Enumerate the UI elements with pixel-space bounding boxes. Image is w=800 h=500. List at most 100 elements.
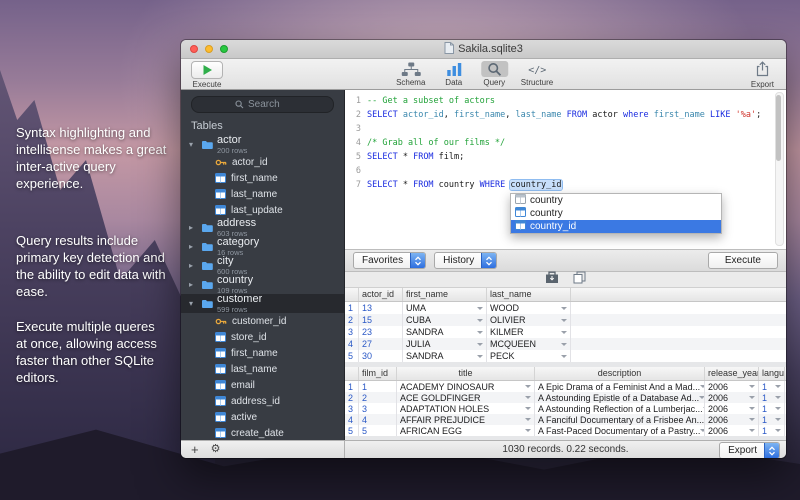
dropdown-arrow-icon[interactable]	[525, 407, 531, 410]
add-icon[interactable]: +	[191, 443, 199, 456]
result-row[interactable]: 215CUBAOLIVIER	[345, 314, 786, 326]
sidebar-table-country[interactable]: ▸country109 rows	[181, 275, 344, 294]
tab-structure[interactable]: </>Structure	[521, 61, 553, 87]
dropdown-arrow-icon[interactable]	[749, 429, 755, 432]
sidebar-table-customer[interactable]: ▾customer599 rows	[181, 294, 344, 313]
minimize-button[interactable]	[205, 45, 213, 53]
editor-scrollbar[interactable]	[775, 92, 784, 246]
dropdown-arrow-icon[interactable]	[775, 418, 781, 421]
column-header-film_id[interactable]: film_id	[359, 367, 397, 380]
export-result-icon[interactable]	[545, 271, 559, 289]
autocomplete-item[interactable]: country	[511, 194, 721, 207]
sidebar-table-actor[interactable]: ▾actor200 rows	[181, 135, 344, 154]
disclosure-triangle-icon[interactable]: ▾	[189, 299, 197, 308]
result-row[interactable]: 33ADAPTATION HOLESA Astounding Reflectio…	[345, 403, 786, 414]
row-number-header[interactable]	[345, 367, 359, 380]
code-area[interactable]: -- Get a subset of actorsSELECT actor_id…	[367, 94, 776, 192]
export-results-button[interactable]: Export	[719, 442, 780, 458]
autocomplete-item[interactable]: country_id	[511, 220, 721, 233]
dropdown-arrow-icon[interactable]	[525, 396, 531, 399]
dropdown-arrow-icon[interactable]	[477, 343, 483, 346]
dropdown-arrow-icon[interactable]	[525, 418, 531, 421]
data-cell: AFRICAN EGG	[397, 425, 535, 436]
sidebar-column-last_name[interactable]: last_name	[181, 186, 344, 202]
sidebar-column-first_name[interactable]: first_name	[181, 170, 344, 186]
play-icon[interactable]	[191, 61, 223, 79]
dropdown-arrow-icon[interactable]	[477, 331, 483, 334]
disclosure-triangle-icon[interactable]: ▸	[189, 261, 197, 270]
sidebar-column-actor_id[interactable]: actor_id	[181, 154, 344, 170]
table-name: country	[217, 275, 253, 286]
column-header-first_name[interactable]: first_name	[403, 288, 487, 301]
column-header-actor_id[interactable]: actor_id	[359, 288, 403, 301]
autocomplete-item[interactable]: country	[511, 207, 721, 220]
sql-editor[interactable]: 1234567 -- Get a subset of actorsSELECT …	[345, 90, 786, 250]
tab-query[interactable]: Query	[481, 61, 508, 87]
column-header-description[interactable]: description	[535, 367, 705, 380]
sidebar-search[interactable]	[191, 96, 334, 113]
execute-toolbar-button[interactable]: Execute	[191, 61, 223, 89]
disclosure-triangle-icon[interactable]: ▸	[189, 223, 197, 232]
result-row[interactable]: 55AFRICAN EGGA Fast-Paced Documentary of…	[345, 425, 786, 436]
row-number-header[interactable]	[345, 288, 359, 301]
sidebar-table-address[interactable]: ▸address603 rows	[181, 218, 344, 237]
sidebar-column-email[interactable]: email	[181, 377, 344, 393]
search-input[interactable]	[248, 99, 290, 110]
result-row[interactable]: 427JULIAMCQUEEN	[345, 338, 786, 350]
dropdown-arrow-icon[interactable]	[525, 429, 531, 432]
column-header-last_name[interactable]: last_name	[487, 288, 571, 301]
sidebar-column-create_date[interactable]: create_date	[181, 425, 344, 440]
close-button[interactable]	[190, 45, 198, 53]
result-row[interactable]: 113UMAWOOD	[345, 302, 786, 314]
dropdown-arrow-icon[interactable]	[775, 429, 781, 432]
dropdown-arrow-icon[interactable]	[477, 307, 483, 310]
sidebar-table-category[interactable]: ▸category16 rows	[181, 237, 344, 256]
dropdown-arrow-icon[interactable]	[775, 396, 781, 399]
gear-icon[interactable]: ⚙	[211, 444, 221, 455]
sidebar-column-active[interactable]: active	[181, 409, 344, 425]
sidebar-column-store_id[interactable]: store_id	[181, 329, 344, 345]
execute-query-button[interactable]: Execute	[708, 252, 778, 269]
dropdown-arrow-icon[interactable]	[561, 319, 567, 322]
sidebar-table-city[interactable]: ▸city600 rows	[181, 256, 344, 275]
export-toolbar-button[interactable]: Export	[751, 61, 774, 89]
zoom-button[interactable]	[220, 45, 228, 53]
sidebar-column-last_update[interactable]: last_update	[181, 202, 344, 218]
titlebar[interactable]: Sakila.sqlite3	[181, 40, 786, 59]
column-header-langu[interactable]: langu	[759, 367, 785, 380]
dropdown-arrow-icon[interactable]	[561, 307, 567, 310]
dropdown-arrow-icon[interactable]	[749, 385, 755, 388]
dropdown-arrow-icon[interactable]	[477, 355, 483, 358]
dropdown-arrow-icon[interactable]	[561, 355, 567, 358]
disclosure-triangle-icon[interactable]: ▸	[189, 242, 197, 251]
disclosure-triangle-icon[interactable]: ▾	[189, 140, 197, 149]
sidebar-column-last_name[interactable]: last_name	[181, 361, 344, 377]
result-row[interactable]: 22ACE GOLDFINGERA Astounding Epistle of …	[345, 392, 786, 403]
dropdown-arrow-icon[interactable]	[525, 385, 531, 388]
copy-icon[interactable]	[573, 271, 586, 289]
dropdown-arrow-icon[interactable]	[561, 343, 567, 346]
result-row[interactable]: 323SANDRAKILMER	[345, 326, 786, 338]
dropdown-arrow-icon[interactable]	[561, 331, 567, 334]
column-header-release_year[interactable]: release_year	[705, 367, 759, 380]
dropdown-arrow-icon[interactable]	[775, 407, 781, 410]
dropdown-arrow-icon[interactable]	[749, 418, 755, 421]
history-dropdown[interactable]: History	[434, 252, 497, 269]
tab-schema[interactable]: Schema	[395, 61, 427, 87]
scrollbar-thumb[interactable]	[776, 95, 781, 161]
dropdown-arrow-icon[interactable]	[477, 319, 483, 322]
sidebar-column-address_id[interactable]: address_id	[181, 393, 344, 409]
result-row[interactable]: 11ACADEMY DINOSAURA Epic Drama of a Femi…	[345, 381, 786, 392]
window-content: Tables ▾actor200 rowsactor_idfirst_namel…	[181, 90, 786, 440]
sidebar-column-first_name[interactable]: first_name	[181, 345, 344, 361]
result-row[interactable]: 44AFFAIR PREJUDICEA Fanciful Documentary…	[345, 414, 786, 425]
dropdown-arrow-icon[interactable]	[775, 385, 781, 388]
dropdown-arrow-icon[interactable]	[749, 407, 755, 410]
disclosure-triangle-icon[interactable]: ▸	[189, 280, 197, 289]
favorites-dropdown[interactable]: Favorites	[353, 252, 426, 269]
column-header-title[interactable]: title	[397, 367, 535, 380]
sidebar-column-customer_id[interactable]: customer_id	[181, 313, 344, 329]
result-row[interactable]: 530SANDRAPECK	[345, 350, 786, 362]
dropdown-arrow-icon[interactable]	[749, 396, 755, 399]
tab-data[interactable]: Data	[440, 61, 468, 87]
